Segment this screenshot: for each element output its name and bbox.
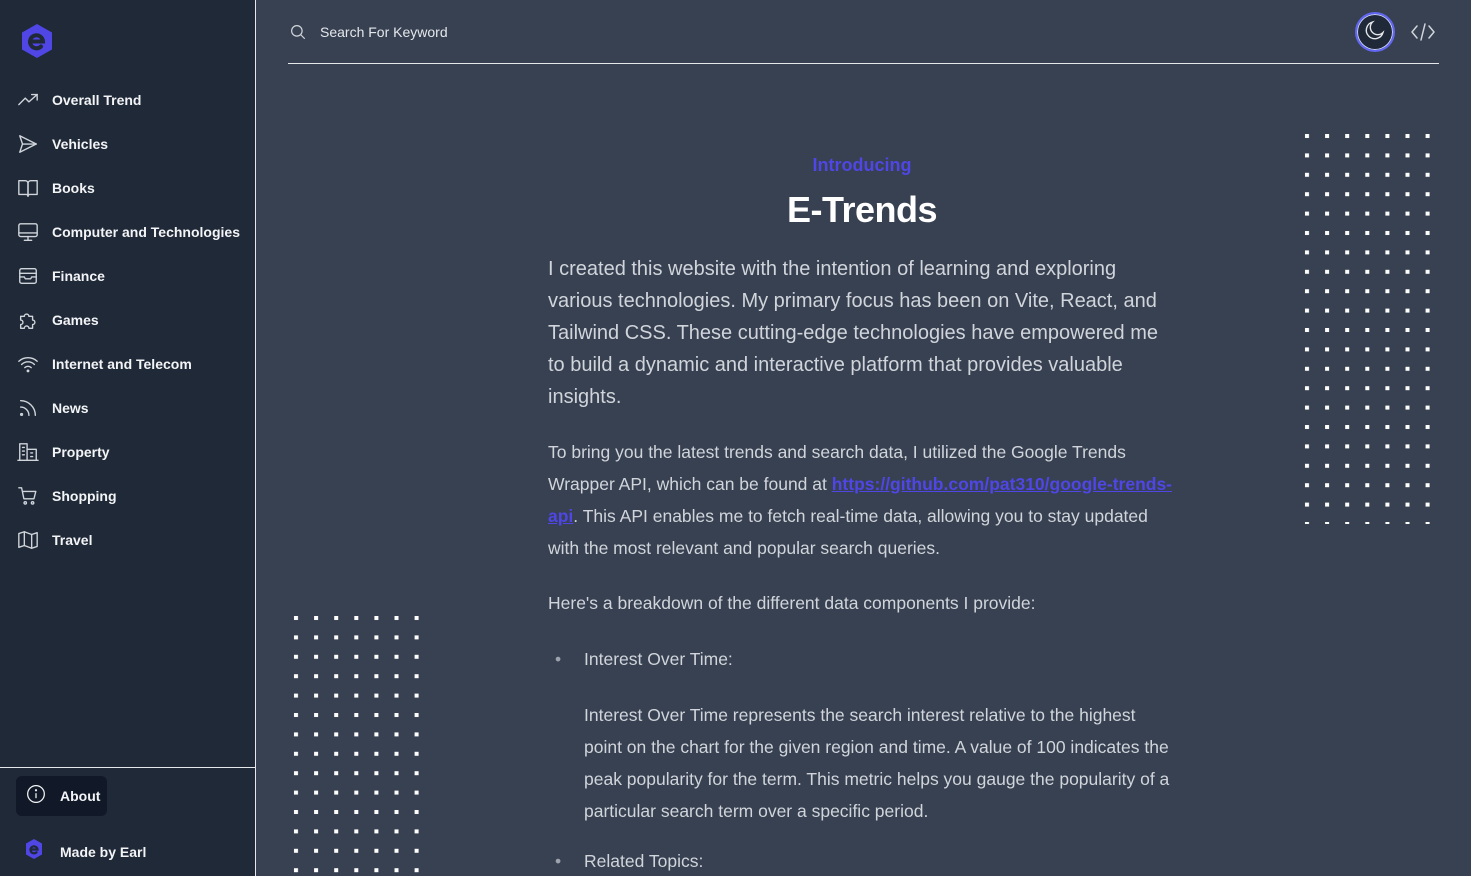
decorative-dot-grid-bottom-left bbox=[292, 614, 426, 876]
sidebar-item-books[interactable]: Books bbox=[0, 166, 255, 210]
building-icon bbox=[17, 441, 39, 463]
code-icon bbox=[1409, 23, 1437, 50]
sidebar-item-travel[interactable]: Travel bbox=[0, 518, 255, 562]
sidebar-divider bbox=[0, 767, 255, 768]
component-name: Interest Over Time: bbox=[584, 649, 733, 669]
component-description: Interest Over Time represents the search… bbox=[584, 705, 1170, 821]
about-label: About bbox=[60, 788, 101, 804]
sidebar: Overall Trend Vehicles Books Computer an… bbox=[0, 0, 256, 876]
book-open-icon bbox=[17, 177, 39, 199]
sidebar-item-label: Games bbox=[52, 312, 99, 328]
sidebar-item-vehicles[interactable]: Vehicles bbox=[0, 122, 255, 166]
search-bar bbox=[288, 12, 1439, 64]
lead-paragraph: I created this website with the intentio… bbox=[548, 258, 1158, 408]
list-item: Interest Over Time: Interest Over Time r… bbox=[548, 643, 1176, 827]
e-trends-logo-icon[interactable] bbox=[18, 22, 56, 60]
sidebar-item-shopping[interactable]: Shopping bbox=[0, 474, 255, 518]
sidebar-item-label: Shopping bbox=[52, 488, 117, 504]
send-icon bbox=[17, 133, 39, 155]
sidebar-nav: Overall Trend Vehicles Books Computer an… bbox=[0, 78, 255, 562]
sidebar-item-news[interactable]: News bbox=[0, 386, 255, 430]
sidebar-item-label: Overall Trend bbox=[52, 92, 142, 108]
page-title: E-Trends bbox=[786, 189, 938, 230]
map-icon bbox=[17, 529, 39, 551]
about-button[interactable]: About bbox=[16, 776, 107, 816]
about-content: Introducing E-Trends I created this webs… bbox=[548, 155, 1176, 876]
api-paragraph: To bring you the latest trends and searc… bbox=[548, 436, 1176, 564]
sidebar-item-label: Property bbox=[52, 444, 110, 460]
source-code-button[interactable] bbox=[1409, 18, 1437, 46]
sidebar-item-games[interactable]: Games bbox=[0, 298, 255, 342]
sidebar-item-label: Internet and Telecom bbox=[52, 356, 192, 372]
sidebar-item-overall-trend[interactable]: Overall Trend bbox=[0, 78, 255, 122]
trending-up-icon bbox=[17, 89, 39, 111]
monitor-icon bbox=[17, 221, 39, 243]
breakdown-paragraph: Here's a breakdown of the different data… bbox=[548, 593, 1036, 613]
component-name: Related Topics: bbox=[584, 851, 704, 871]
puzzle-icon bbox=[17, 309, 39, 331]
made-by-link[interactable]: Made by Earl bbox=[24, 838, 146, 865]
sidebar-item-label: Finance bbox=[52, 268, 105, 284]
search-input[interactable] bbox=[320, 20, 920, 44]
info-icon bbox=[26, 784, 46, 809]
rss-icon bbox=[17, 397, 39, 419]
intro-eyebrow: Introducing bbox=[812, 155, 912, 175]
shopping-cart-icon bbox=[17, 485, 39, 507]
dark-mode-toggle[interactable] bbox=[1355, 12, 1395, 52]
sidebar-item-label: Travel bbox=[52, 532, 93, 548]
moon-icon bbox=[1363, 18, 1387, 47]
wifi-icon bbox=[17, 353, 39, 375]
made-by-label: Made by Earl bbox=[60, 843, 147, 860]
sidebar-item-label: Vehicles bbox=[52, 136, 109, 152]
sidebar-item-label: Books bbox=[52, 180, 95, 196]
decorative-dot-grid-top-right bbox=[1303, 132, 1437, 529]
search-icon bbox=[289, 23, 307, 41]
api-paragraph-text: . This API enables me to fetch real-time… bbox=[548, 506, 1148, 558]
sidebar-item-property[interactable]: Property bbox=[0, 430, 255, 474]
sidebar-item-internet-and-telecom[interactable]: Internet and Telecom bbox=[0, 342, 255, 386]
sidebar-item-label: News bbox=[52, 400, 89, 416]
author-logo-icon bbox=[24, 838, 44, 865]
data-components-list: Interest Over Time: Interest Over Time r… bbox=[548, 643, 1176, 876]
sidebar-item-label: Computer and Technologies bbox=[52, 224, 240, 240]
list-item: Related Topics: bbox=[548, 845, 1176, 876]
sidebar-item-computer-and-technologies[interactable]: Computer and Technologies bbox=[0, 210, 255, 254]
archive-icon bbox=[17, 265, 39, 287]
sidebar-item-finance[interactable]: Finance bbox=[0, 254, 255, 298]
